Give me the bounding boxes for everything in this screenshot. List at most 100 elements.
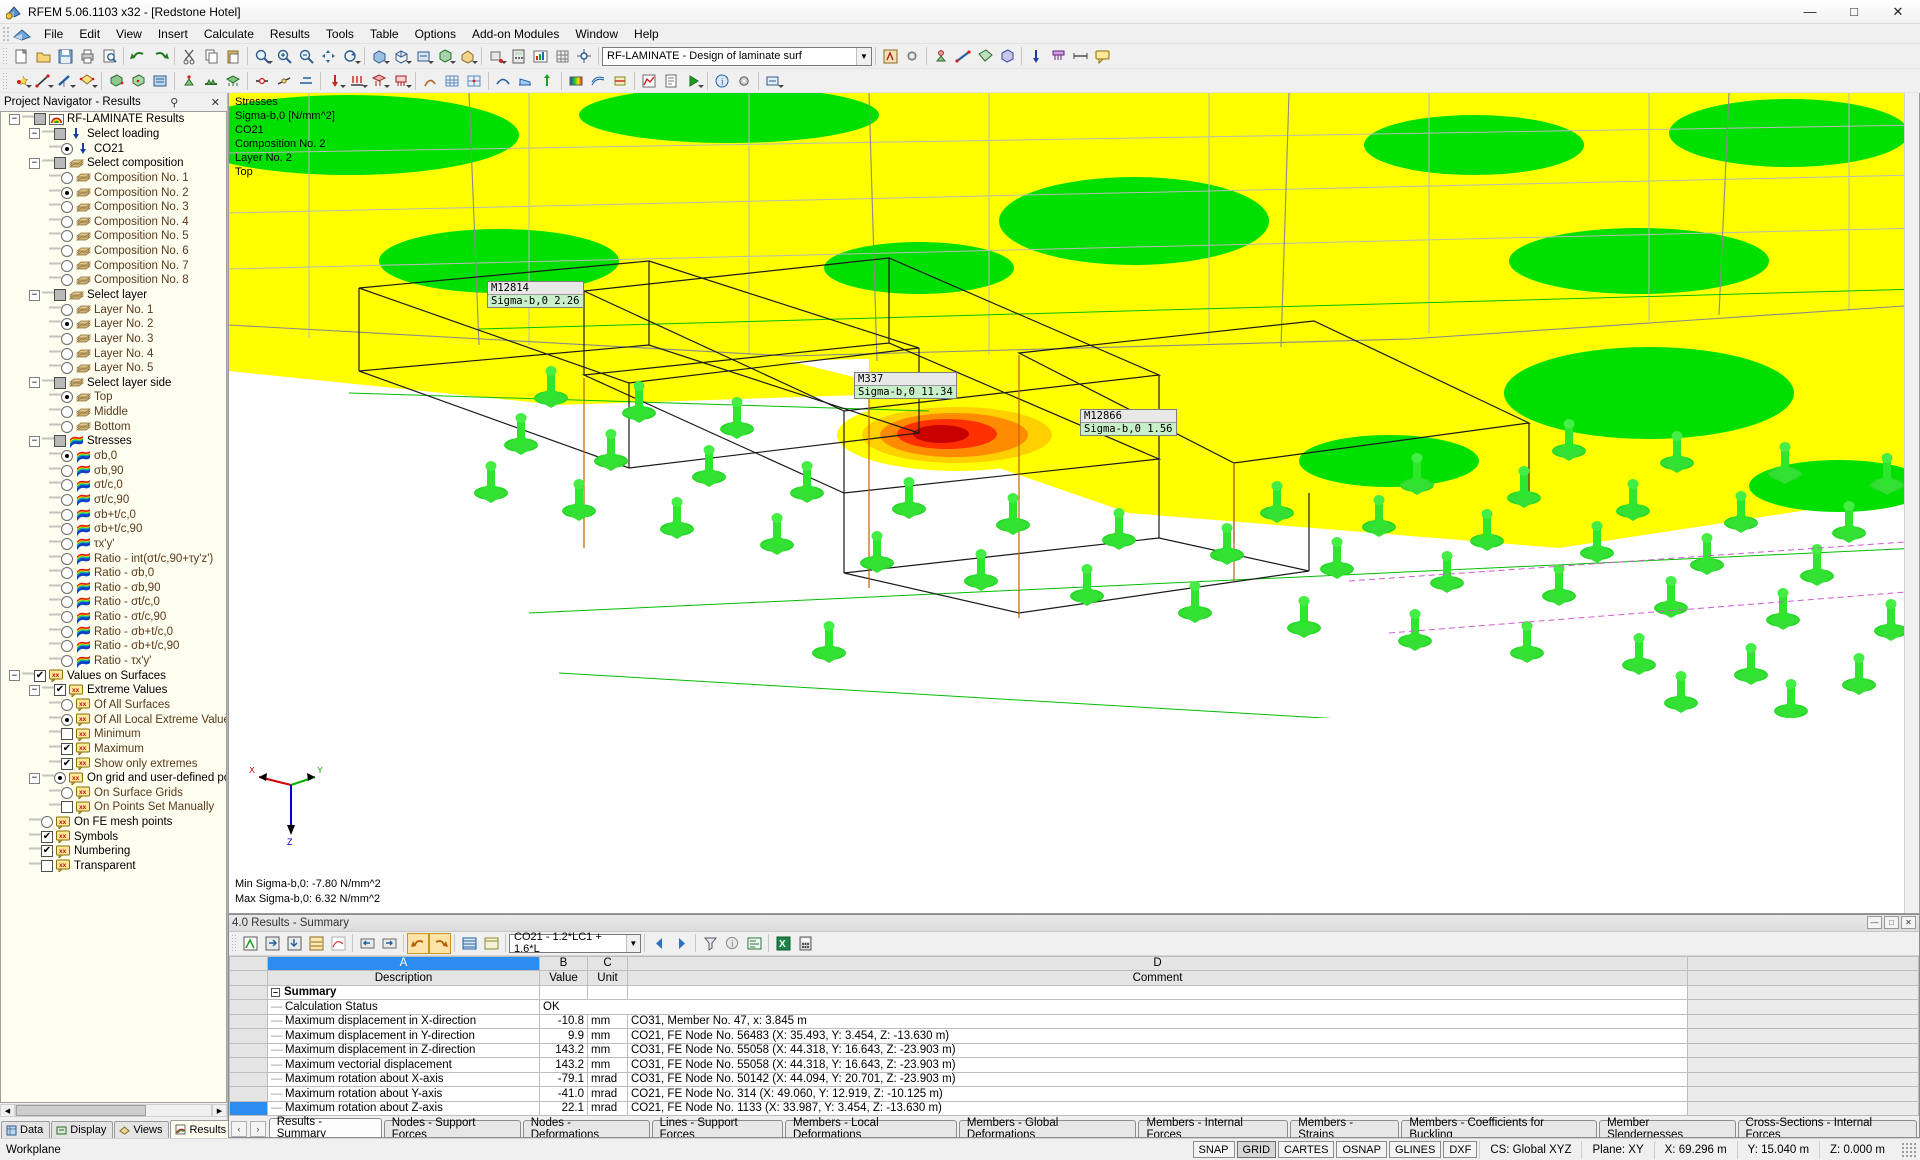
table-toolbar-grip[interactable] <box>231 934 238 952</box>
menu-tools[interactable]: Tools <box>318 25 362 43</box>
radio-unselected[interactable] <box>61 230 73 242</box>
navigator-hscrollbar[interactable]: ◀ ▶ <box>0 1103 227 1118</box>
radio-unselected[interactable] <box>61 260 73 272</box>
tree-expander[interactable]: − <box>29 773 40 784</box>
col-letter-d[interactable]: D <box>628 956 1688 971</box>
tree-item[interactable]: Composition No. 6 <box>1 244 226 259</box>
menu-edit[interactable]: Edit <box>71 25 108 43</box>
free-load-icon[interactable] <box>390 70 412 91</box>
tree-item[interactable]: Layer No. 5 <box>1 361 226 376</box>
tree-item[interactable]: Ratio - int(σt/c,90+τy'z') <box>1 551 226 566</box>
tree-item[interactable]: Layer No. 1 <box>1 302 226 317</box>
cell-value[interactable]: 9.9 <box>540 1029 588 1044</box>
radio-selected[interactable] <box>61 450 73 462</box>
radio-unselected[interactable] <box>61 479 73 491</box>
col-letter-e[interactable] <box>1688 956 1919 971</box>
tree-item[interactable]: −Select layer side <box>1 376 226 391</box>
cell-empty[interactable] <box>1688 1072 1919 1087</box>
cell-value[interactable]: 143.2 <box>540 1058 588 1073</box>
status-toggle-glines[interactable]: GLINES <box>1389 1141 1441 1158</box>
tree-item[interactable]: −xxOn grid and user-defined points <box>1 771 226 786</box>
cell-description[interactable]: —Maximum displacement in Z-direction <box>268 1043 540 1058</box>
new-line-icon[interactable] <box>32 70 54 91</box>
model-view-icon[interactable] <box>434 46 456 67</box>
radio-unselected[interactable] <box>61 523 73 535</box>
excel-export-icon[interactable]: X <box>772 933 794 954</box>
tree-item[interactable]: Layer No. 3 <box>1 332 226 347</box>
tree-expander[interactable]: − <box>29 158 40 169</box>
cell-description[interactable]: —Maximum rotation about Y-axis <box>268 1087 540 1102</box>
menu-table[interactable]: Table <box>362 25 407 43</box>
tree-item[interactable]: Composition No. 2 <box>1 185 226 200</box>
display-mode-icon[interactable] <box>762 70 784 91</box>
load-case-icon[interactable] <box>1025 46 1047 67</box>
table-tab[interactable]: Nodes - Deformations <box>523 1120 650 1137</box>
radio-unselected[interactable] <box>61 509 73 521</box>
radio-selected[interactable] <box>61 318 73 330</box>
redo-icon[interactable] <box>149 46 171 67</box>
radio-unselected[interactable] <box>61 216 73 228</box>
checkbox-unchecked[interactable] <box>61 728 73 740</box>
tree-item[interactable]: −✔xxValues on Surfaces <box>1 668 226 683</box>
navigator-scroll-thumb[interactable] <box>16 1105 146 1116</box>
radio-unselected[interactable] <box>61 655 73 667</box>
status-toggle-group[interactable]: SNAPGRIDCARTESOSNAPGLINESDXF <box>1193 1141 1480 1158</box>
section-icon[interactable] <box>609 70 631 91</box>
table-maximize-icon[interactable]: □ <box>1884 916 1899 929</box>
table-tab[interactable]: Members - Global Deformations <box>959 1120 1137 1137</box>
snap-icon[interactable] <box>573 46 595 67</box>
model-viewport[interactable]: Stresses Sigma-b,0 [N/mm^2] CO21 Composi… <box>228 93 1920 914</box>
radio-unselected[interactable] <box>61 465 73 477</box>
surface-load-2-icon[interactable] <box>368 70 390 91</box>
cell-value[interactable]: 22.1 <box>540 1101 588 1116</box>
cell-comment[interactable]: CO21, FE Node No. 1133 (X: 33.987, Y: 3.… <box>628 1101 1688 1116</box>
pan-icon[interactable] <box>317 46 339 67</box>
status-toggle-snap[interactable]: SNAP <box>1193 1141 1235 1158</box>
tree-item[interactable]: Ratio - σb+t/c,0 <box>1 624 226 639</box>
nodal-load-icon[interactable] <box>324 70 346 91</box>
radio-selected[interactable] <box>61 143 73 155</box>
checkbox-group[interactable] <box>54 157 66 169</box>
navigator-tab-display[interactable]: Display <box>51 1121 113 1138</box>
tree-item[interactable]: xxMinimum <box>1 727 226 742</box>
animation-icon[interactable] <box>682 70 704 91</box>
tree-item[interactable]: Ratio - σb,0 <box>1 566 226 581</box>
menu-calculate[interactable]: Calculate <box>196 25 262 43</box>
table-undo-icon[interactable] <box>407 933 429 954</box>
status-toggle-grid[interactable]: GRID <box>1237 1141 1277 1158</box>
rotate-view-icon[interactable] <box>339 46 361 67</box>
table-tab[interactable]: Results - Summary <box>269 1118 382 1137</box>
render-solid-icon[interactable] <box>368 46 390 67</box>
calculate-icon[interactable] <box>507 46 529 67</box>
tree-item[interactable]: ✔xxShow only extremes <box>1 756 226 771</box>
cell-unit[interactable]: mrad <box>588 1087 628 1102</box>
result-label-m337[interactable]: M337 Sigma-b,0 11.34 <box>854 372 957 399</box>
menu-options[interactable]: Options <box>407 25 464 43</box>
cell-unit[interactable] <box>588 985 628 1000</box>
solid-block-icon[interactable] <box>105 70 127 91</box>
tree-item[interactable]: Top <box>1 390 226 405</box>
print-icon[interactable] <box>76 46 98 67</box>
cell-unit[interactable]: mrad <box>588 1072 628 1087</box>
minimize-button[interactable]: — <box>1788 0 1832 24</box>
cell-unit[interactable]: mm <box>588 1029 628 1044</box>
radio-unselected[interactable] <box>61 699 73 711</box>
tree-item[interactable]: −Select loading <box>1 127 226 142</box>
tree-item[interactable]: Layer No. 4 <box>1 346 226 361</box>
tree-item[interactable]: Composition No. 5 <box>1 229 226 244</box>
radio-selected[interactable] <box>61 187 73 199</box>
tree-item[interactable]: xxOf All Local Extreme Values <box>1 712 226 727</box>
table-row[interactable]: —Maximum rotation about Z-axis22.1mradCO… <box>230 1101 1919 1116</box>
cell-comment[interactable]: CO31, FE Node No. 50142 (X: 44.094, Y: 2… <box>628 1072 1688 1087</box>
isoline-icon[interactable] <box>587 70 609 91</box>
deformation-display-icon[interactable] <box>492 70 514 91</box>
line-support-icon[interactable] <box>200 70 222 91</box>
result-diagram-icon[interactable] <box>638 70 660 91</box>
table-tab[interactable]: Members - Local Deformations <box>785 1120 957 1137</box>
display-properties-icon[interactable] <box>412 46 434 67</box>
tree-item[interactable]: ✔xxNumbering <box>1 844 226 859</box>
radio-unselected[interactable] <box>61 172 73 184</box>
table-minimize-icon[interactable]: — <box>1867 916 1882 929</box>
scroll-left-icon[interactable]: ◀ <box>0 1104 15 1117</box>
tree-item[interactable]: Bottom <box>1 419 226 434</box>
